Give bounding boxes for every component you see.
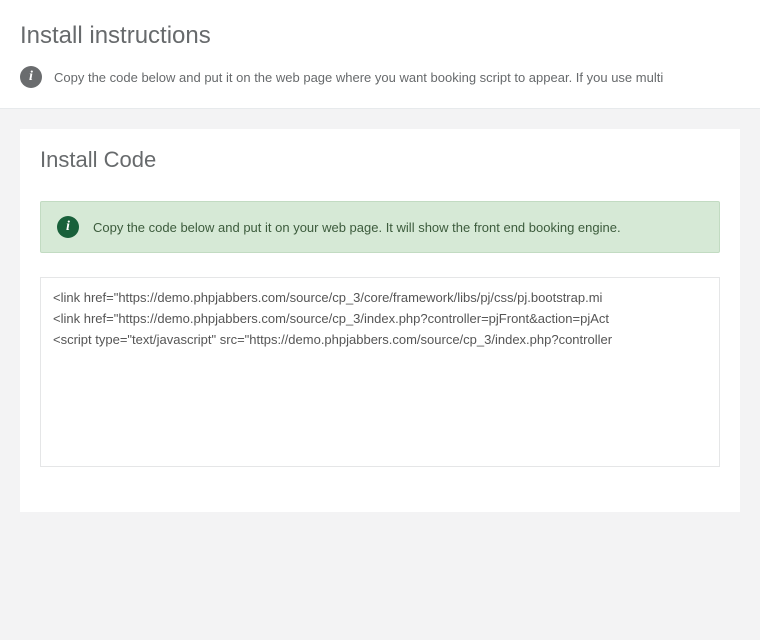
alert-text: Copy the code below and put it on your w… — [93, 220, 621, 235]
install-code-textarea[interactable] — [40, 277, 720, 467]
install-code-panel: Install Code i Copy the code below and p… — [20, 129, 740, 512]
header-description-text: Copy the code below and put it on the we… — [54, 70, 663, 85]
info-icon: i — [57, 216, 79, 238]
header-section: Install instructions i Copy the code bel… — [0, 0, 760, 109]
content-area: Install Code i Copy the code below and p… — [0, 109, 760, 532]
alert-banner: i Copy the code below and put it on your… — [40, 201, 720, 253]
header-description-row: i Copy the code below and put it on the … — [20, 66, 740, 88]
page-title: Install instructions — [20, 22, 740, 50]
panel-title: Install Code — [40, 147, 720, 173]
info-icon: i — [20, 66, 42, 88]
